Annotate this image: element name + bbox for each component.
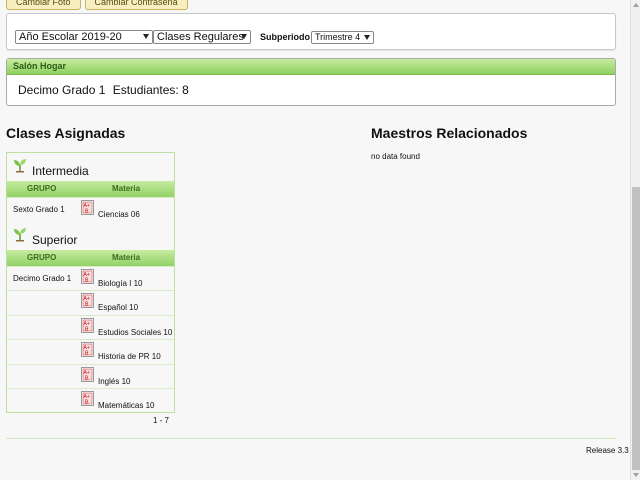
school-year-value: Año Escolar 2019-20 (19, 31, 122, 43)
gradebook-icon[interactable]: A+B (81, 200, 94, 215)
no-data-message: no data found (371, 152, 420, 161)
subject-link[interactable]: Ciencias 06 (98, 210, 140, 219)
subject-link[interactable]: Matemáticas 10 (98, 401, 154, 410)
level-header: Superior (7, 222, 174, 250)
assigned-classes-table: Intermedia GRUPO Materia Sexto Grado 1 A… (6, 152, 175, 413)
subject-link[interactable]: Español 10 (98, 303, 138, 312)
scrollbar-thumb[interactable] (632, 187, 640, 470)
gradebook-icon[interactable]: A+B (81, 391, 94, 406)
subject-link[interactable]: Estudios Sociales 10 (98, 328, 172, 337)
table-row: A+ B Estudios Sociales 10 (7, 314, 174, 340)
homeroom-grade: Decimo Grado 1 (18, 83, 106, 97)
homeroom-students: Estudiantes: 8 (112, 83, 189, 97)
table-row: Sexto Grado 1 A+ B Ciencias 06 (7, 197, 174, 222)
column-group-header: GRUPO (27, 252, 57, 262)
subperiod-select[interactable]: Trimestre 4 (311, 31, 374, 44)
group-cell: Sexto Grado 1 (13, 205, 65, 214)
column-subject-header: Materia (112, 184, 141, 193)
plant-icon (14, 227, 26, 241)
group-cell: Decimo Grado 1 (13, 273, 72, 283)
scroll-up-icon[interactable] (633, 3, 639, 7)
school-year-select[interactable]: Año Escolar 2019-20 (15, 30, 153, 44)
subperiod-label: Subperiodo (260, 32, 310, 42)
gradebook-icon[interactable]: A+B (81, 366, 94, 382)
level-name: Superior (32, 232, 78, 247)
chevron-down-icon (241, 34, 247, 39)
chevron-down-icon (143, 34, 149, 39)
column-subject-header: Materia (112, 252, 141, 262)
scroll-down-icon[interactable] (633, 473, 639, 477)
related-teachers-title: Maestros Relacionados (371, 125, 528, 141)
table-row: A+ B Español 10 (7, 290, 174, 315)
chevron-down-icon (364, 35, 370, 40)
column-header-row: GRUPO Materia (7, 249, 174, 266)
subject-link[interactable]: Biología I 10 (98, 279, 142, 288)
homeroom-body: Decimo Grado 1 Estudiantes: 8 (7, 75, 615, 97)
column-header-row: GRUPO Materia (7, 181, 174, 197)
subperiod-value: Trimestre 4 (315, 32, 361, 42)
assigned-classes-title: Clases Asignadas (6, 125, 126, 141)
release-version: Release 3.3 (586, 446, 629, 455)
top-buttons: Cambiar Foto Cambiar Contraseña (6, 0, 192, 10)
plant-icon (14, 159, 26, 173)
subject-link[interactable]: Inglés 10 (98, 377, 130, 386)
pagination-info: 1 - 7 (153, 416, 170, 425)
gradebook-icon[interactable]: A+B (81, 293, 94, 308)
class-type-value: Clases Regulares (157, 31, 244, 43)
column-group-header: GRUPO (27, 184, 57, 193)
class-type-select[interactable]: Clases Regulares (153, 30, 251, 44)
table-row: Decimo Grado 1 A+ B Biología I 10 (7, 265, 174, 291)
footer-divider (6, 438, 616, 439)
homeroom-header: Salón Hogar (7, 59, 615, 75)
gradebook-icon[interactable]: A+B (81, 342, 94, 357)
change-password-button[interactable]: Cambiar Contraseña (84, 0, 188, 10)
page-scrollbar[interactable] (630, 0, 640, 480)
subject-link[interactable]: Historia de PR 10 (98, 352, 161, 361)
filter-bar: Año Escolar 2019-20 Clases Regulares Sub… (6, 13, 616, 50)
homeroom-panel: Salón Hogar Decimo Grado 1 Estudiantes: … (6, 58, 616, 106)
table-row: A+ B Matemáticas 10 (7, 388, 174, 413)
change-photo-button[interactable]: Cambiar Foto (6, 0, 81, 10)
level-header: Intermedia (7, 153, 174, 181)
level-name: Intermedia (32, 164, 89, 178)
gradebook-icon[interactable]: A+B (81, 268, 94, 284)
table-row: A+ B Inglés 10 (7, 363, 174, 389)
gradebook-icon[interactable]: A+B (81, 317, 94, 333)
table-row: A+ B Historia de PR 10 (7, 339, 174, 364)
